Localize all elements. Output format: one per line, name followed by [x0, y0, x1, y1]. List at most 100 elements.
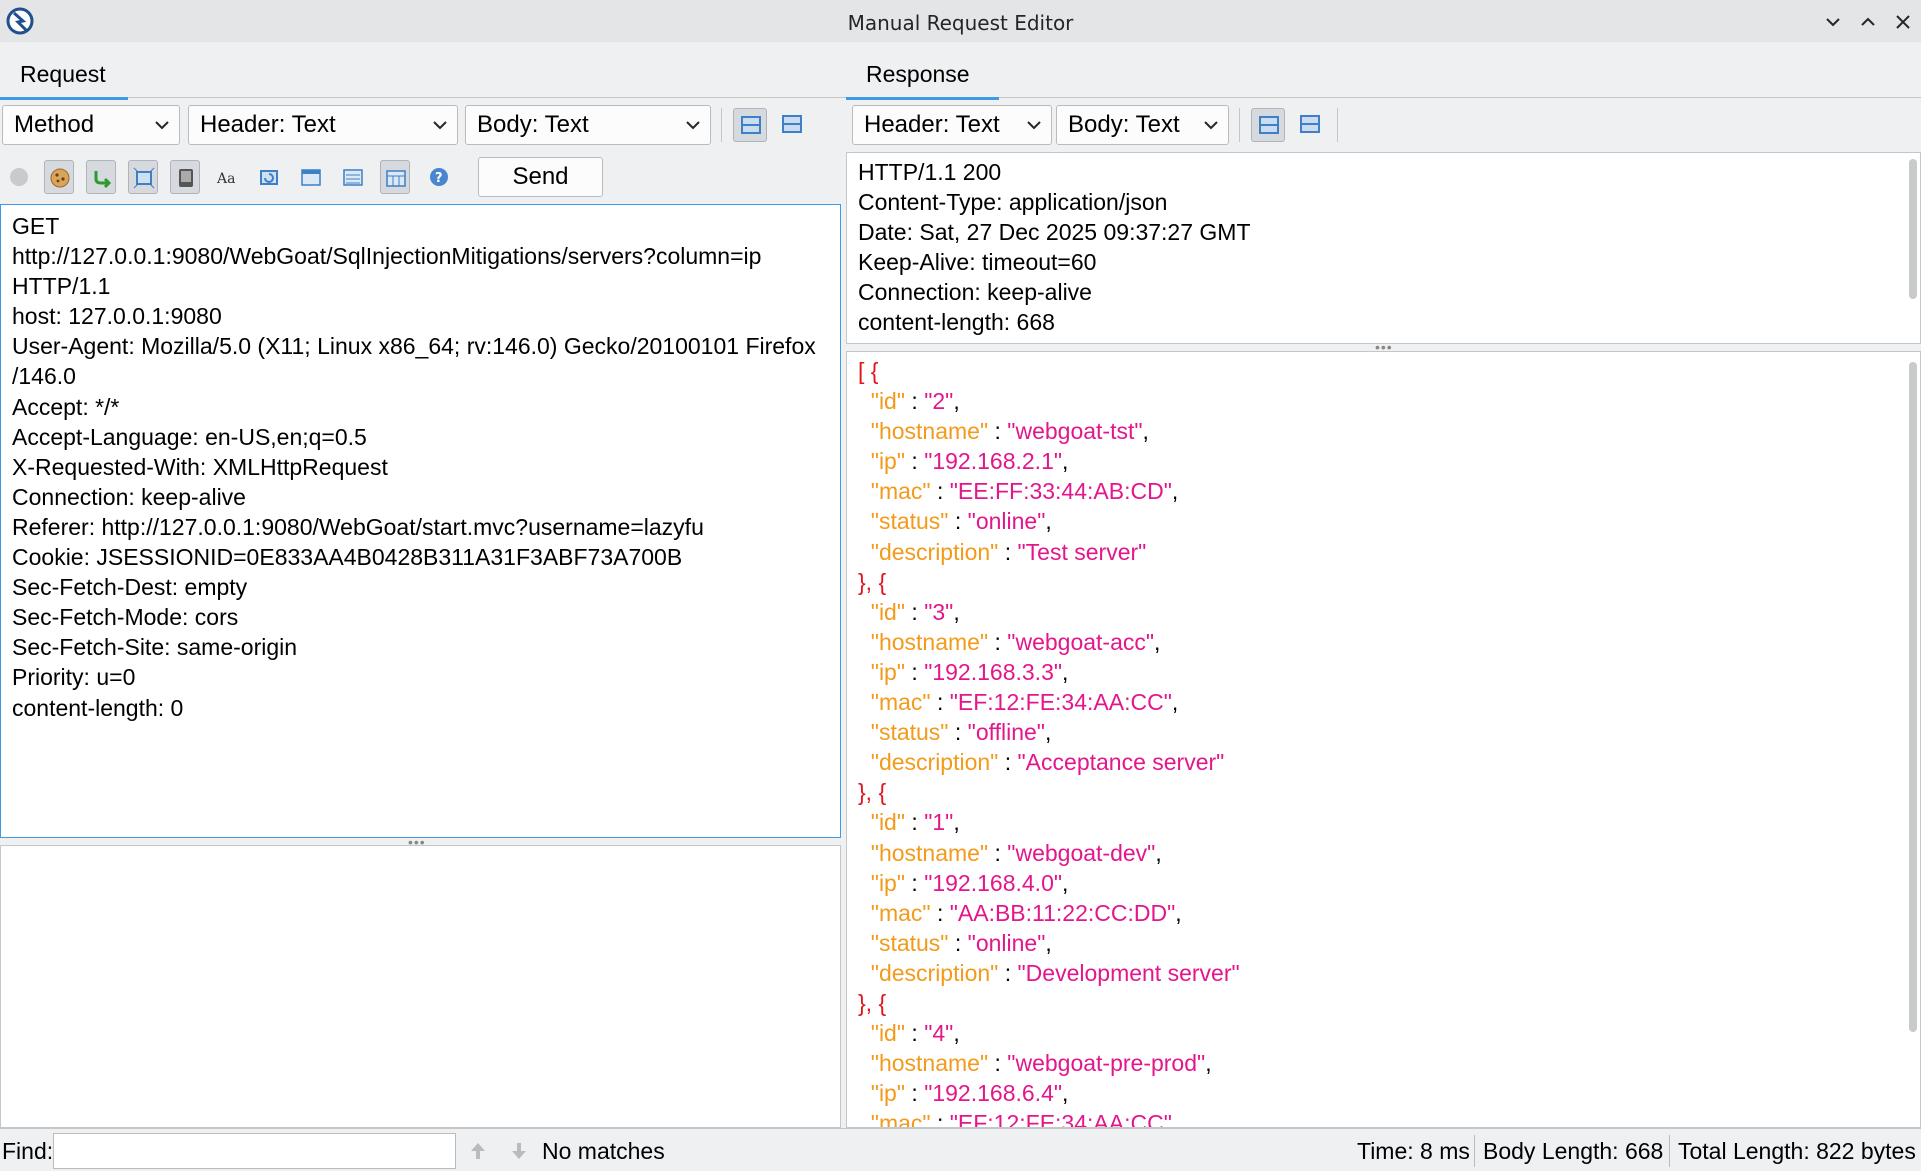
minimize-icon[interactable] [1820, 9, 1846, 35]
fit-frame-button[interactable] [128, 160, 158, 194]
cookie-button[interactable] [44, 160, 74, 194]
request-body-editor[interactable] [0, 845, 841, 1128]
json-key: "id" [870, 1020, 906, 1047]
request-line: Sec-Fetch-Mode: cors [12, 604, 239, 631]
response-header-line: content-length: 668 [858, 309, 1055, 336]
help-button[interactable]: ? [424, 160, 454, 194]
chevron-down-icon [433, 121, 447, 130]
request-line: Connection: keep-alive [12, 483, 246, 510]
json-key: "status" [870, 929, 949, 956]
response-splitter[interactable]: ••• [1375, 340, 1393, 354]
json-key: "ip" [870, 448, 906, 475]
json-key: "hostname" [870, 839, 989, 866]
follow-redirect-button[interactable] [86, 160, 116, 194]
json-key: "status" [870, 719, 949, 746]
grid-button[interactable] [380, 160, 410, 194]
json-colon: : [930, 689, 950, 716]
find-input[interactable] [53, 1133, 456, 1169]
refresh-button[interactable] [254, 160, 284, 194]
device-button[interactable] [170, 160, 200, 194]
disabled-circle-button[interactable] [4, 160, 34, 194]
maximize-icon[interactable] [1855, 9, 1881, 35]
request-line: Referer: http://127.0.0.1:9080/WebGoat/s… [12, 513, 704, 540]
circle-icon [10, 168, 28, 186]
json-line: "ip" : "192.168.6.4", [858, 1078, 1240, 1108]
json-key: "mac" [870, 689, 931, 716]
split-horizontal-icon [1300, 115, 1320, 133]
json-line: "status" : "online", [858, 506, 1240, 536]
json-comma: , [953, 598, 960, 625]
request-line: http://127.0.0.1:9080/WebGoat/SqlInjecti… [12, 243, 762, 270]
split-vertical-button[interactable] [733, 108, 767, 142]
request-line: host: 127.0.0.1:9080 [12, 303, 222, 330]
chevron-down-icon [155, 121, 169, 130]
json-comma: , [1171, 478, 1179, 505]
svg-text:?: ? [435, 171, 443, 186]
json-line: "mac" : "EF:12:FE:34:AA:CC", [858, 1108, 1240, 1128]
json-colon: : [930, 1110, 950, 1128]
json-value: "online" [967, 508, 1046, 535]
find-next-icon[interactable] [508, 1139, 530, 1163]
response-body-combo[interactable]: Body: Text [1056, 105, 1229, 145]
response-body-scrollbar[interactable] [1909, 362, 1917, 1032]
json-bracket: }, { [858, 989, 887, 1016]
json-key: "mac" [870, 899, 931, 926]
json-colon: : [930, 899, 950, 926]
response-header-combo[interactable]: Header: Text [852, 105, 1052, 145]
request-header-combo[interactable]: Header: Text [188, 105, 458, 145]
json-line: "mac" : "AA:BB:11:22:CC:DD", [858, 898, 1240, 928]
response-header-scrollbar[interactable] [1909, 159, 1917, 299]
cookie-icon [50, 168, 70, 188]
json-colon: : [998, 959, 1018, 986]
json-line: "hostname" : "webgoat-pre-prod", [858, 1048, 1240, 1078]
request-line: X-Requested-With: XMLHttpRequest [12, 453, 388, 480]
tab-response[interactable]: Response [846, 52, 999, 100]
font-icon: Aa [216, 171, 235, 187]
json-line: "hostname" : "webgoat-acc", [858, 627, 1240, 657]
json-key: "hostname" [870, 1050, 989, 1077]
send-button[interactable]: Send [478, 157, 603, 197]
response-header-view[interactable]: HTTP/1.1 200 Content-Type: application/js… [846, 152, 1921, 344]
request-line: /146.0 [12, 363, 76, 390]
chevron-down-icon [1027, 121, 1041, 130]
json-key: "id" [870, 598, 906, 625]
response-json: [ { "id" : "2", "hostname" : "webgoat-ts… [858, 356, 1240, 1128]
json-value: "online" [967, 929, 1046, 956]
split-horizontal-button[interactable] [775, 108, 809, 142]
json-comma: , [1154, 628, 1161, 655]
json-value: "Acceptance server" [1017, 749, 1225, 776]
tab-bar: Request Response [0, 42, 1921, 100]
json-colon: : [905, 1080, 925, 1107]
json-value: "webgoat-tst" [1007, 418, 1143, 445]
json-key: "mac" [870, 478, 931, 505]
request-body-combo[interactable]: Body: Text [465, 105, 711, 145]
response-split-vertical-button[interactable] [1251, 108, 1285, 142]
close-icon[interactable] [1890, 9, 1916, 35]
request-line: Accept: */* [12, 393, 120, 420]
json-comma: , [1044, 719, 1052, 746]
response-split-horizontal-button[interactable] [1293, 108, 1327, 142]
json-key: "hostname" [870, 628, 989, 655]
request-header-editor[interactable]: GET http://127.0.0.1:9080/WebGoat/SqlInje… [0, 204, 841, 838]
find-previous-icon[interactable] [467, 1139, 489, 1163]
response-body-view[interactable]: [ { "id" : "2", "hostname" : "webgoat-ts… [846, 351, 1921, 1128]
json-comma: , [1205, 1050, 1212, 1077]
json-key: "description" [870, 959, 999, 986]
json-bracket: }, { [858, 568, 887, 595]
font-button[interactable]: Aa [212, 160, 242, 194]
json-line: "id" : "4", [858, 1018, 1240, 1048]
window-button[interactable] [296, 160, 326, 194]
tab-request[interactable]: Request [0, 52, 128, 100]
json-comma: , [1155, 839, 1162, 866]
list-button[interactable] [338, 160, 368, 194]
json-key: "ip" [870, 658, 906, 685]
json-colon: : [998, 749, 1018, 776]
response-header-line: HTTP/1.1 200 [858, 159, 1002, 185]
method-combo[interactable]: Method [2, 105, 180, 145]
json-colon: : [930, 478, 950, 505]
